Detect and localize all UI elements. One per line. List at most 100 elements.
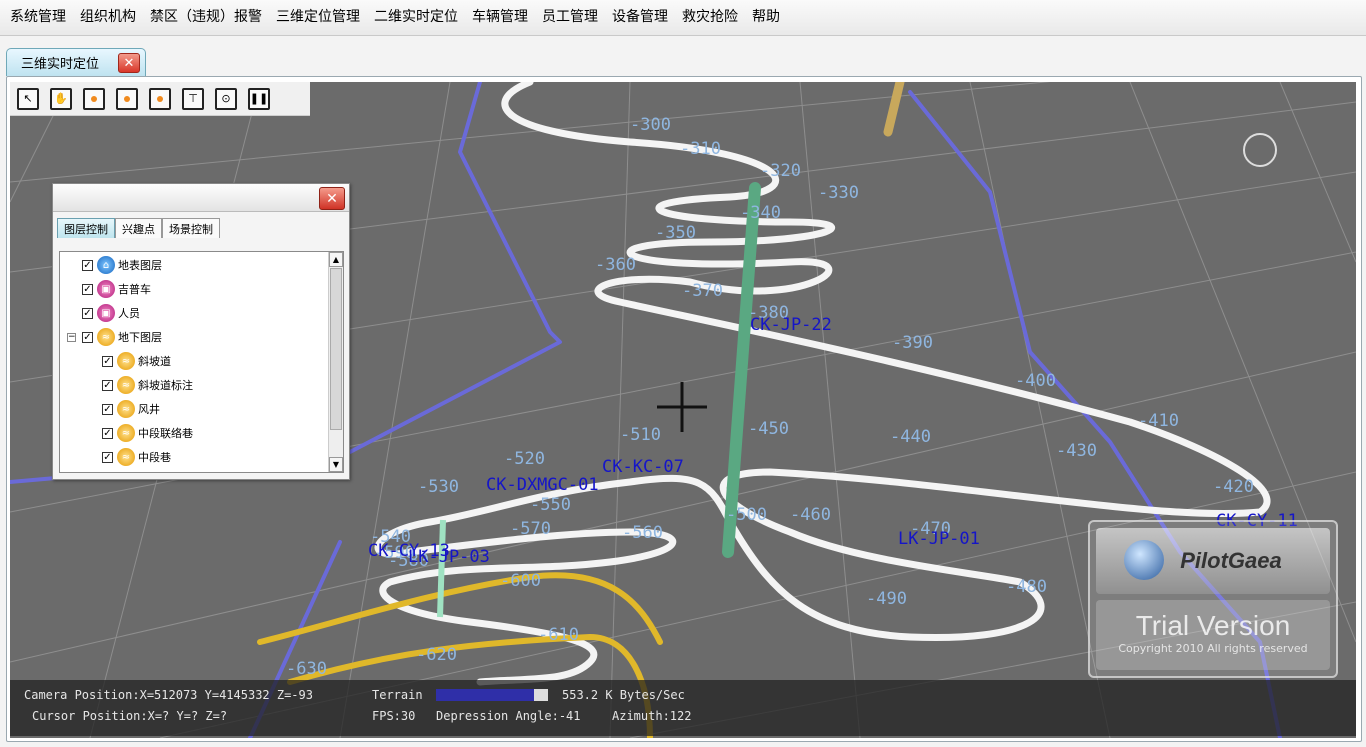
layer-control-panel: ✕ 图层控制 兴趣点 场景控制 ✓ ⌂ 地表图层 ✓ ▣ 吉普车 ✓ ▣ 人员 … (52, 183, 350, 480)
depth-label: -550 (530, 495, 571, 515)
depth-label: -310 (680, 139, 721, 159)
tree-item-ramp-labels[interactable]: ✓ ≈ 斜坡道标注 (102, 374, 193, 396)
zoom-tool-button[interactable]: ⊙ (215, 87, 237, 110)
line-icon (124, 95, 130, 102)
checkbox[interactable]: ✓ (102, 379, 113, 391)
depth-label: -440 (890, 427, 931, 447)
tree-item-personnel[interactable]: ✓ ▣ 人员 (82, 302, 140, 324)
collapse-icon[interactable]: − (67, 332, 76, 342)
tab-label: 三维实时定位 (21, 57, 100, 72)
polyline-tool-button[interactable] (149, 87, 171, 110)
menu-organization[interactable]: 组织机构 (80, 6, 136, 26)
panel-tabs: 图层控制 兴趣点 场景控制 (53, 212, 349, 240)
menu-devices[interactable]: 设备管理 (612, 6, 668, 26)
line-tool-button[interactable] (116, 87, 138, 110)
depth-label: -300 (630, 115, 671, 135)
layer-icon: ≈ (117, 424, 135, 442)
checkbox[interactable]: ✓ (82, 283, 93, 295)
tree-item-label: 斜坡道标注 (138, 379, 193, 392)
depth-label: -410 (1138, 411, 1179, 431)
pause-button[interactable]: ❚❚ (248, 87, 270, 110)
tree-item-level-connector[interactable]: ✓ ≈ 中段联络巷 (102, 422, 193, 444)
tunnel-name-label[interactable]: CK-KC-07 (602, 457, 684, 477)
menu-3d-positioning[interactable]: 三维定位管理 (276, 6, 360, 26)
select-arrow-button[interactable]: ↖ (17, 87, 39, 110)
menu-restricted-alarm[interactable]: 禁区（违规）报警 (150, 6, 262, 26)
watermark-brand-box: PilotGaea (1096, 528, 1330, 594)
measure-tool-button[interactable]: ⊤ (182, 87, 204, 110)
tree-item-label: 吉普车 (118, 283, 151, 296)
checkbox[interactable]: ✓ (82, 307, 93, 319)
tree-item-underground[interactable]: − ✓ ≈ 地下图层 (67, 326, 162, 348)
layer-icon: ≈ (97, 328, 115, 346)
scroll-down-icon[interactable]: ▼ (329, 457, 343, 472)
tab-strip: 三维实时定位 ✕ (6, 44, 1362, 76)
point-tool-button[interactable] (83, 87, 105, 110)
tunnel-name-label[interactable]: LK-JP-03 (408, 547, 490, 567)
depth-label: -430 (1056, 441, 1097, 461)
depth-label: -600 (500, 571, 541, 591)
tree-item-level-drift[interactable]: ✓ ≈ 中段巷 (102, 446, 171, 468)
terrain-label: Terrain (372, 688, 423, 702)
tab-scene-control[interactable]: 场景控制 (162, 218, 220, 238)
checkbox[interactable]: ✓ (102, 403, 113, 415)
scroll-thumb[interactable] (330, 268, 342, 430)
brand-name: PilotGaea (1180, 548, 1282, 573)
globe-icon (1124, 540, 1164, 580)
depth-label: -450 (748, 419, 789, 439)
tree-item-ramp[interactable]: ✓ ≈ 斜坡道 (102, 350, 171, 372)
checkbox[interactable]: ✓ (82, 259, 93, 271)
depth-label: -560 (622, 523, 663, 543)
pan-hand-button[interactable]: ✋ (50, 87, 72, 110)
tunnel-name-label[interactable]: LK-JP-01 (898, 529, 980, 549)
terrain-progress-fill (534, 689, 548, 701)
tab-layer-control[interactable]: 图层控制 (57, 218, 115, 238)
terrain-progress-bar (436, 689, 548, 701)
depth-label: -360 (595, 255, 636, 275)
tunnel-name-label[interactable]: CK-DXMGC-01 (486, 475, 599, 495)
depth-label: -350 (655, 223, 696, 243)
menu-vehicles[interactable]: 车辆管理 (472, 6, 528, 26)
layer-icon: ≈ (117, 400, 135, 418)
scene-toolbar: ↖ ✋ ⊤ ⊙ ❚❚ (10, 82, 310, 116)
tab-points-of-interest[interactable]: 兴趣点 (115, 218, 162, 238)
menu-2d-realtime[interactable]: 二维实时定位 (374, 6, 458, 26)
tree-item-surface[interactable]: ✓ ⌂ 地表图层 (82, 254, 162, 276)
checkbox[interactable]: ✓ (102, 355, 113, 367)
tree-item-jeep[interactable]: ✓ ▣ 吉普车 (82, 278, 151, 300)
tab-close-button[interactable]: ✕ (118, 53, 140, 73)
panel-close-button[interactable]: ✕ (319, 187, 345, 210)
menu-staff[interactable]: 员工管理 (542, 6, 598, 26)
depth-label: -610 (538, 625, 579, 645)
tree-scrollbar[interactable]: ▲ ▼ (328, 252, 343, 472)
checkbox[interactable]: ✓ (102, 427, 113, 439)
depth-label: -420 (1213, 477, 1254, 497)
layer-icon: ≈ (117, 376, 135, 394)
depth-label: -630 (286, 659, 327, 679)
depth-label: -370 (682, 281, 723, 301)
checkbox[interactable]: ✓ (102, 451, 113, 463)
tree-item-label: 斜坡道 (138, 355, 171, 368)
menu-bar: 系统管理 组织机构 禁区（违规）报警 三维定位管理 二维实时定位 车辆管理 员工… (0, 0, 1366, 36)
home-icon: ⌂ (97, 256, 115, 274)
menu-rescue[interactable]: 救灾抢险 (682, 6, 738, 26)
tree-item-air-shaft[interactable]: ✓ ≈ 风井 (102, 398, 160, 420)
car-icon: ▣ (97, 280, 115, 298)
menu-system[interactable]: 系统管理 (10, 6, 66, 26)
trial-text: Trial Version (1135, 610, 1291, 641)
depth-label: -620 (416, 645, 457, 665)
checkbox[interactable]: ✓ (82, 331, 93, 343)
camera-position: Camera Position:X=512073 Y=4145332 Z=-93 (24, 688, 313, 702)
depth-label: -500 (726, 505, 767, 525)
depth-label: -460 (790, 505, 831, 525)
tree-item-label: 地表图层 (118, 259, 162, 272)
menu-help[interactable]: 帮助 (752, 6, 780, 26)
depth-label: -330 (818, 183, 859, 203)
azimuth-readout: Azimuth:122 (612, 709, 692, 723)
point-icon (91, 95, 97, 102)
person-icon: ▣ (97, 304, 115, 322)
depth-label: -390 (892, 333, 933, 353)
tree-item-label: 人员 (118, 307, 140, 320)
tunnel-name-label[interactable]: CK-JP-22 (750, 315, 832, 335)
scroll-up-icon[interactable]: ▲ (329, 252, 343, 267)
